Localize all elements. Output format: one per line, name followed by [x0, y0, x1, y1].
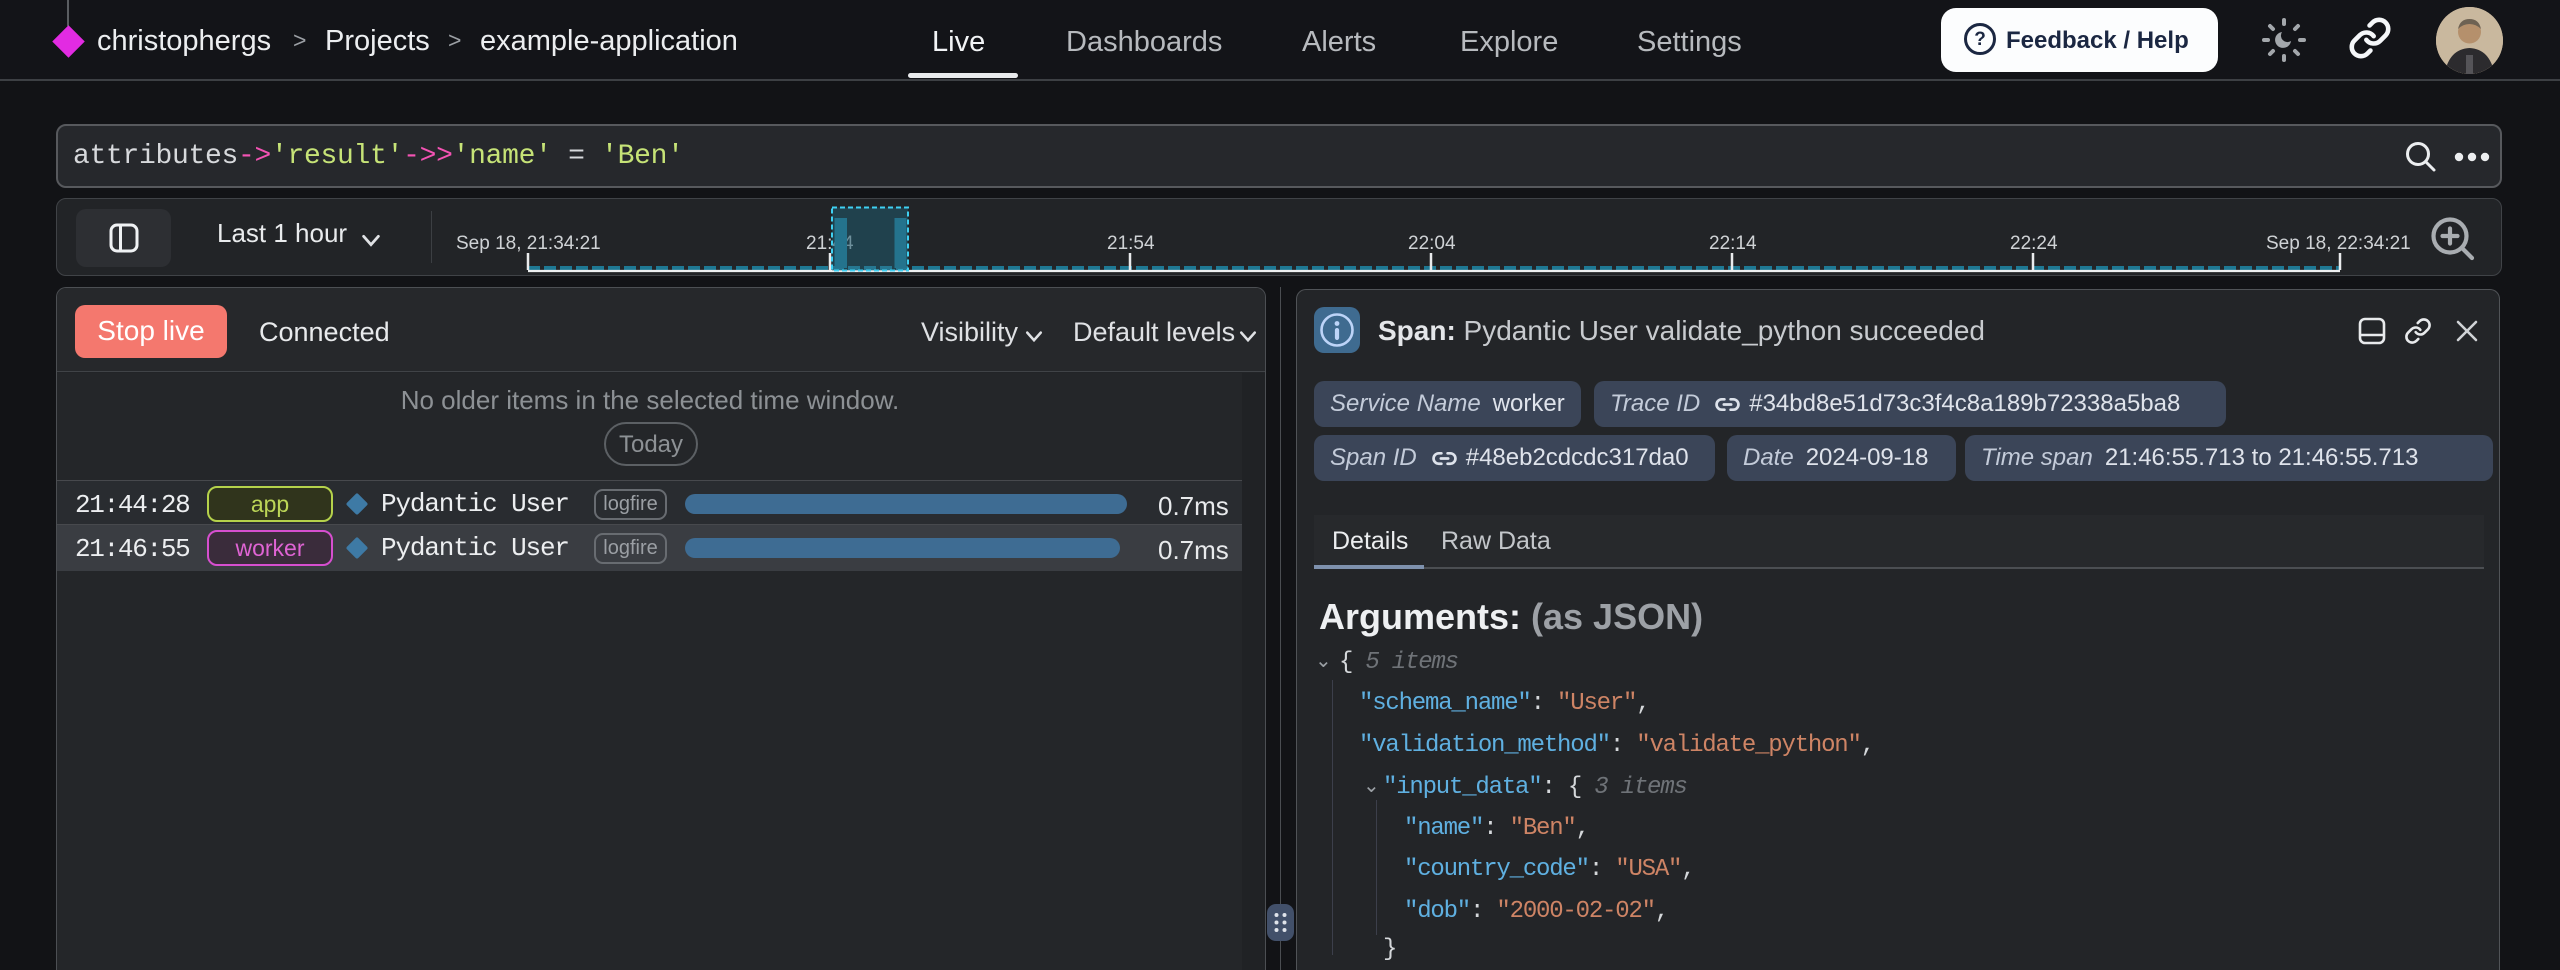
svg-text:?: ? [1974, 29, 1986, 50]
